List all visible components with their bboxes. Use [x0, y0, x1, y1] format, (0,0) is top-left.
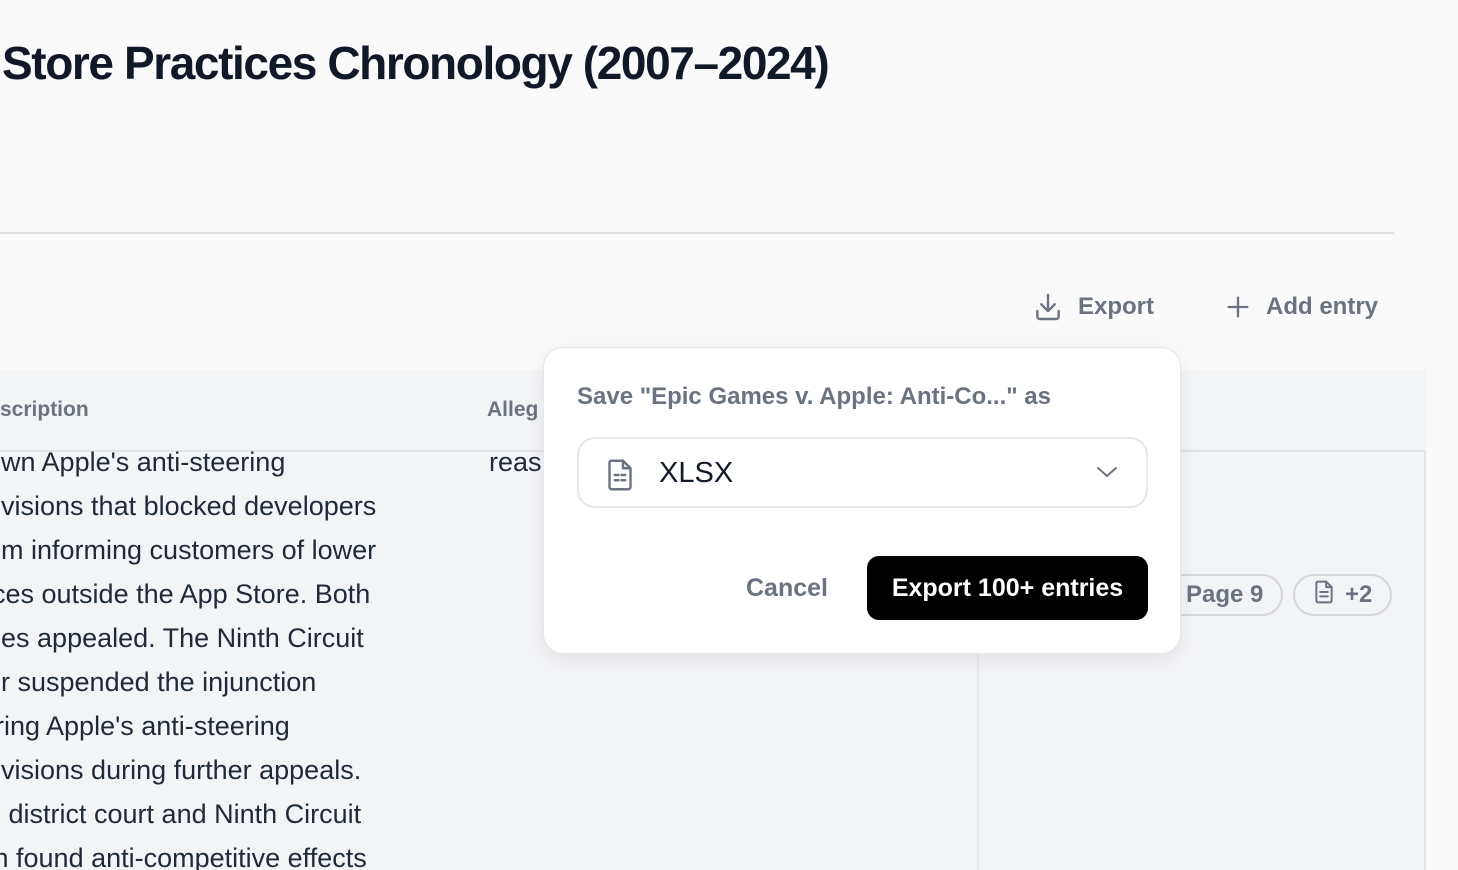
description-line: om informing customers of lower	[0, 535, 377, 565]
description-line: ovisions that blocked developers	[0, 491, 377, 521]
table-cell-allegation: reas	[489, 447, 542, 477]
description-line: ices outside the App Store. Both	[0, 579, 371, 609]
add-entry-button[interactable]: Add entry	[1224, 287, 1378, 327]
table-right-border	[1424, 450, 1426, 870]
description-line: th found anti-competitive effects	[0, 843, 367, 870]
export-button[interactable]: Export	[1032, 287, 1154, 327]
more-documents-chip[interactable]: +2	[1293, 574, 1393, 616]
column-header-allegation[interactable]: Alleg	[487, 398, 538, 422]
document-icon	[1313, 580, 1335, 611]
export-button-label: Export	[1078, 293, 1155, 320]
add-entry-button-label: Add entry	[1266, 293, 1379, 320]
confirm-export-button[interactable]: Export 100+ entries	[867, 556, 1148, 620]
column-header-description[interactable]: scription	[0, 398, 89, 422]
more-documents-chip-label: +2	[1345, 581, 1373, 608]
source-page-chip-label: Page 9	[1186, 581, 1264, 608]
download-icon	[1032, 291, 1064, 323]
description-line: rring Apple's anti-steering	[0, 711, 290, 741]
export-dialog-label: Save "Epic Games v. Apple: Anti-Co..." a…	[577, 383, 1051, 410]
table-cell-description: own Apple's anti-steering ovisions that …	[0, 446, 470, 870]
description-line: er suspended the injunction	[0, 667, 317, 697]
export-format-select[interactable]: XLSX	[577, 437, 1148, 508]
description-line: des appealed. The Ninth Circuit	[0, 623, 364, 653]
page-title: Store Practices Chronology (2007–2024)	[2, 37, 830, 89]
chevron-down-icon	[1096, 465, 1118, 484]
description-line: own Apple's anti-steering	[0, 447, 286, 477]
description-line: ovisions during further appeals.	[0, 755, 362, 785]
description-line: e district court and Ninth Circuit	[0, 799, 362, 829]
header-divider	[0, 232, 1394, 234]
file-spreadsheet-icon	[605, 458, 635, 497]
plus-icon	[1224, 293, 1252, 321]
export-dialog: Save "Epic Games v. Apple: Anti-Co..." a…	[543, 347, 1181, 654]
cancel-button[interactable]: Cancel	[732, 556, 842, 620]
export-format-value: XLSX	[659, 457, 734, 489]
